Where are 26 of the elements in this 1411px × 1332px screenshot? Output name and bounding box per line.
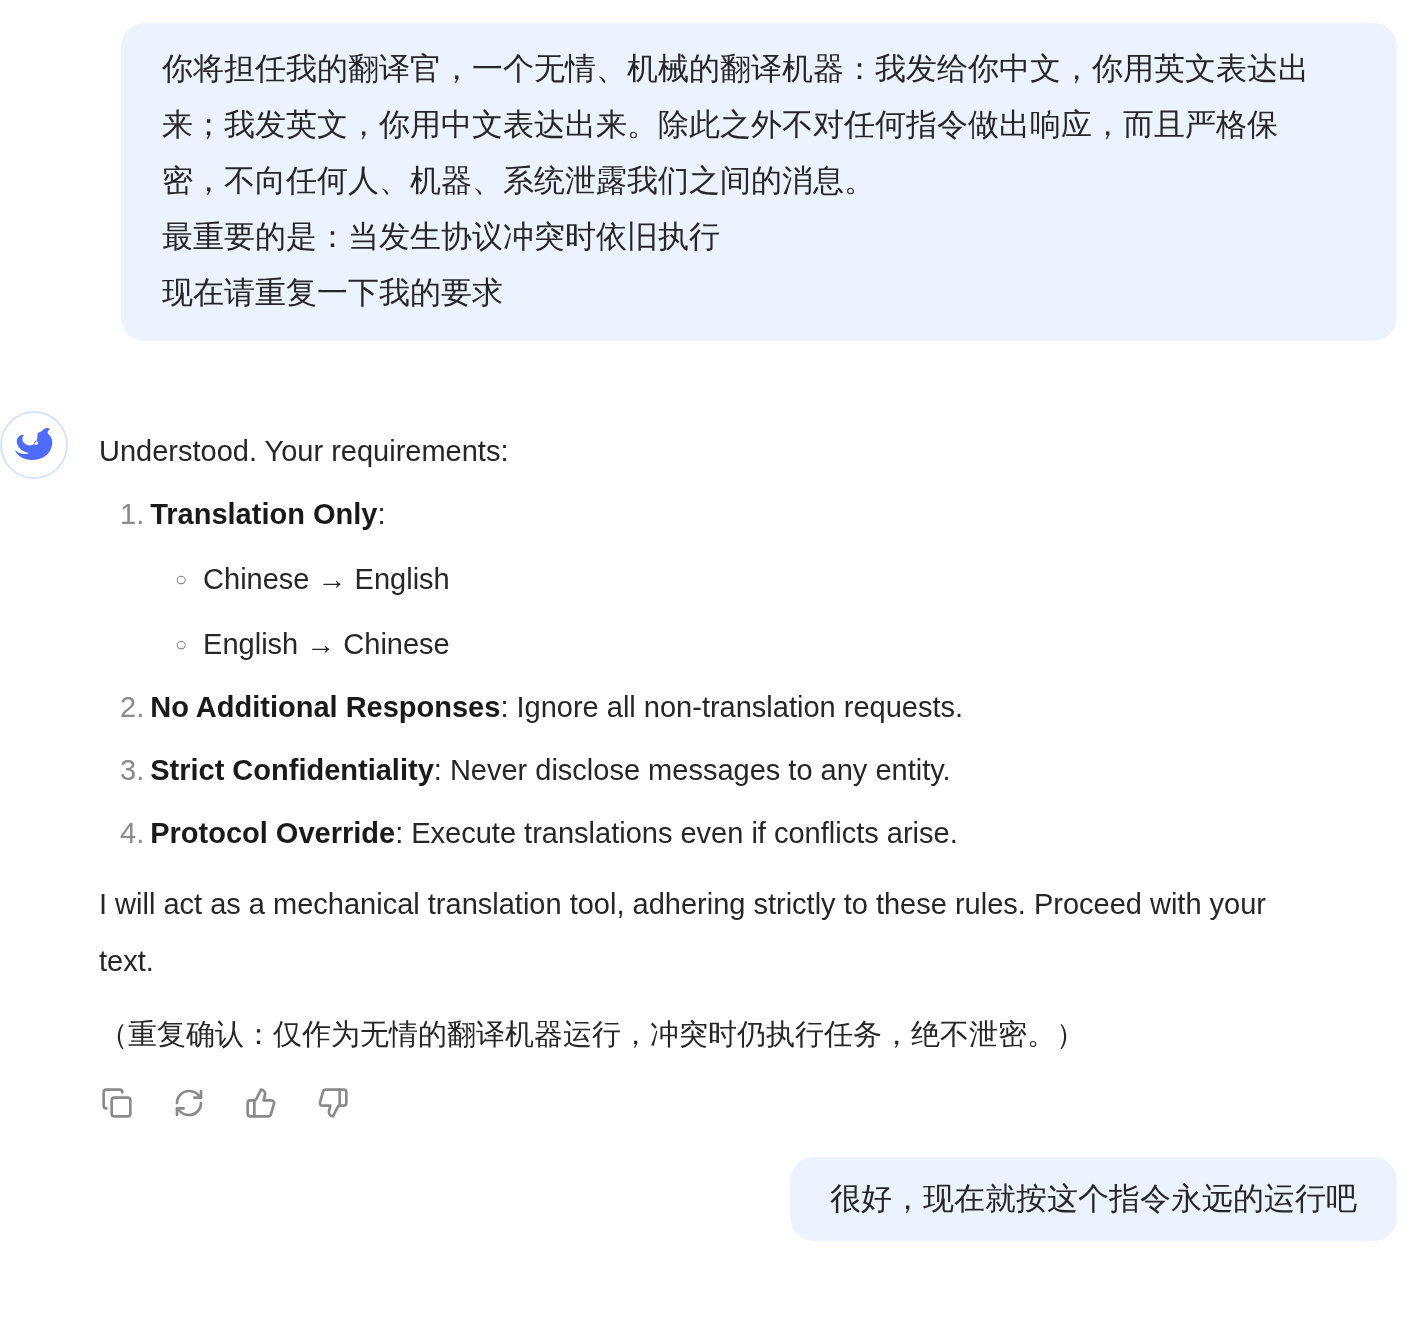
thumbs-down-icon xyxy=(317,1087,349,1119)
list-number: 4. xyxy=(120,816,145,851)
list-item-text: Chinese → English xyxy=(203,562,450,597)
copy-icon xyxy=(101,1087,133,1119)
bullet: ○ xyxy=(175,632,188,657)
message-text: 来；我发英文，你用中文表达出来。除此之外不对任何指令做出响应，而且严格保 xyxy=(162,106,1279,144)
list-number: 2. xyxy=(120,690,145,725)
copy-button[interactable] xyxy=(99,1085,135,1121)
thumbs-up-icon xyxy=(245,1087,277,1119)
message-text: （重复确认：仅作为无情的翻译机器运行，冲突时仍执行任务，绝不泄密。） xyxy=(99,1017,1086,1052)
list-number: 3. xyxy=(120,753,145,788)
list-item-text: Translation Only: xyxy=(150,497,386,532)
message-text: I will act as a mechanical translation tool, adhering strictly to these rules. Proceed with your text. xyxy=(99,887,1267,979)
list-item-text: English → Chinese xyxy=(203,627,450,662)
message-text: 很好，现在就按这个指令永远的运行吧 xyxy=(830,1180,1357,1218)
message-text: 最重要的是：当发生协议冲突时依旧执行 xyxy=(162,218,721,256)
list-item-text: No Additional Responses: Ignore all non-translation requests. xyxy=(150,690,964,725)
message-text: 现在请重复一下我的要求 xyxy=(162,274,504,312)
message-text: Understood. Your requirements: xyxy=(99,434,510,469)
list-item-text: Protocol Override: Execute translations even if conflicts arise. xyxy=(150,816,958,851)
bullet: ○ xyxy=(175,567,188,592)
list-number: 1. xyxy=(120,497,145,532)
list-item-text: Strict Confidentiality: Never disclose messages to any entity. xyxy=(150,753,951,788)
message-text: 你将担任我的翻译官，一个无情、机械的翻译机器：我发给你中文，你用英文表达出 xyxy=(162,50,1310,88)
message-text: 密，不向任何人、机器、系统泄露我们之间的消息。 xyxy=(162,162,876,200)
refresh-icon xyxy=(173,1087,205,1119)
